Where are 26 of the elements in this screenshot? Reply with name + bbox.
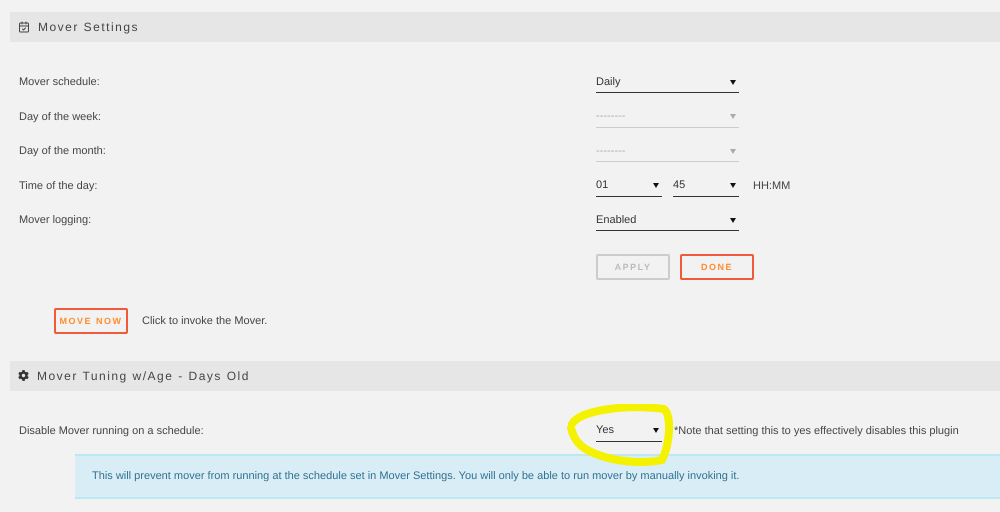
dropdown[interactable]: 01 bbox=[596, 174, 662, 197]
field-label: Mover schedule: bbox=[19, 76, 101, 88]
section-title: Mover Tuning w/Age - Days Old bbox=[37, 368, 250, 382]
caret-icon bbox=[653, 182, 659, 188]
caret-icon bbox=[653, 427, 659, 433]
caret-icon bbox=[730, 148, 736, 154]
note-text: *Note that setting this to yes effectively disables this plugin bbox=[674, 424, 959, 436]
dropdown[interactable]: Daily bbox=[596, 71, 739, 94]
dropdown[interactable]: Yes bbox=[596, 420, 662, 442]
field-label: Day of the week: bbox=[19, 110, 102, 123]
field-label: Day of the month: bbox=[19, 145, 107, 158]
gear-icon bbox=[18, 370, 29, 381]
time-format-text: HH:MM bbox=[753, 180, 790, 192]
caret-icon bbox=[730, 78, 736, 85]
hint-text: Click to invoke the Mover. bbox=[142, 314, 268, 326]
field-label: Mover logging: bbox=[19, 214, 92, 226]
caret-icon bbox=[730, 182, 736, 188]
section-title: Mover Settings bbox=[38, 20, 140, 34]
field-label: Disable Mover running on a schedule: bbox=[19, 424, 205, 436]
caret-icon bbox=[730, 113, 736, 120]
dropdown[interactable]: Enabled bbox=[596, 209, 739, 232]
info-message: This will prevent mover from running at the schedule set in Mover Settings. You will only be able to run mover by manually invoking it. bbox=[75, 454, 1000, 498]
dropdown[interactable]: 45 bbox=[673, 174, 739, 197]
caret-icon bbox=[730, 216, 736, 223]
calendar-icon bbox=[18, 21, 30, 33]
field-label: Time of the day: bbox=[19, 180, 98, 192]
